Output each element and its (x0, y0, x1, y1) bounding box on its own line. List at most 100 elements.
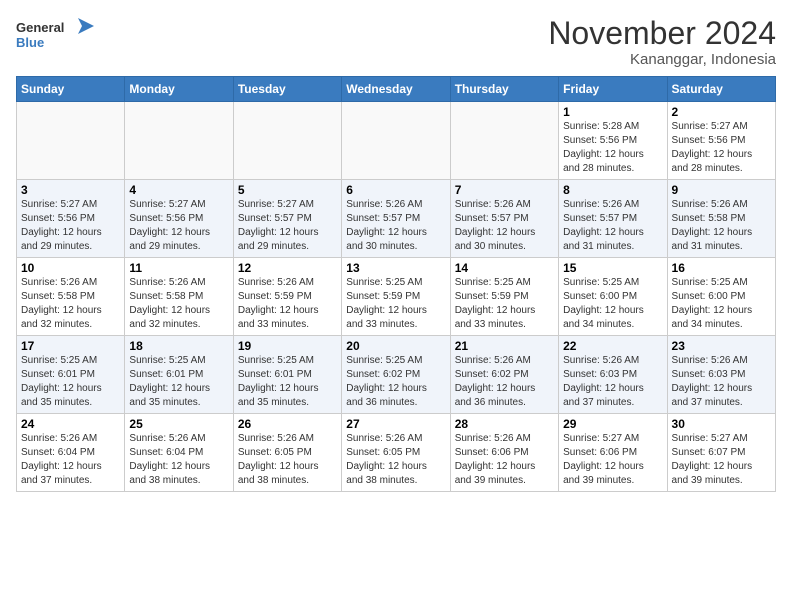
weekday-header-monday: Monday (125, 77, 233, 102)
weekday-header-wednesday: Wednesday (342, 77, 450, 102)
day-number: 27 (346, 417, 445, 431)
day-number: 30 (672, 417, 771, 431)
calendar-week-4: 17Sunrise: 5:25 AM Sunset: 6:01 PM Dayli… (17, 336, 776, 414)
day-info: Sunrise: 5:26 AM Sunset: 6:06 PM Dayligh… (455, 432, 554, 488)
day-info: Sunrise: 5:25 AM Sunset: 5:59 PM Dayligh… (455, 276, 554, 332)
calendar-cell: 25Sunrise: 5:26 AM Sunset: 6:04 PM Dayli… (125, 414, 233, 492)
calendar-cell: 27Sunrise: 5:26 AM Sunset: 6:05 PM Dayli… (342, 414, 450, 492)
day-info: Sunrise: 5:25 AM Sunset: 6:01 PM Dayligh… (238, 354, 337, 410)
day-number: 17 (21, 339, 120, 353)
calendar-cell: 24Sunrise: 5:26 AM Sunset: 6:04 PM Dayli… (17, 414, 125, 492)
day-number: 13 (346, 261, 445, 275)
day-info: Sunrise: 5:25 AM Sunset: 6:00 PM Dayligh… (563, 276, 662, 332)
day-number: 9 (672, 183, 771, 197)
day-info: Sunrise: 5:26 AM Sunset: 5:57 PM Dayligh… (563, 198, 662, 254)
weekday-header-tuesday: Tuesday (233, 77, 341, 102)
day-info: Sunrise: 5:26 AM Sunset: 5:58 PM Dayligh… (129, 276, 228, 332)
calendar-cell: 10Sunrise: 5:26 AM Sunset: 5:58 PM Dayli… (17, 258, 125, 336)
calendar-cell: 4Sunrise: 5:27 AM Sunset: 5:56 PM Daylig… (125, 180, 233, 258)
calendar-week-3: 10Sunrise: 5:26 AM Sunset: 5:58 PM Dayli… (17, 258, 776, 336)
day-info: Sunrise: 5:26 AM Sunset: 5:58 PM Dayligh… (672, 198, 771, 254)
header: General Blue November 2024 Kananggar, In… (16, 16, 776, 68)
calendar-cell (233, 102, 341, 180)
calendar-cell: 2Sunrise: 5:27 AM Sunset: 5:56 PM Daylig… (667, 102, 775, 180)
day-info: Sunrise: 5:26 AM Sunset: 5:58 PM Dayligh… (21, 276, 120, 332)
calendar-week-1: 1Sunrise: 5:28 AM Sunset: 5:56 PM Daylig… (17, 102, 776, 180)
weekday-header-saturday: Saturday (667, 77, 775, 102)
calendar-cell: 30Sunrise: 5:27 AM Sunset: 6:07 PM Dayli… (667, 414, 775, 492)
day-number: 12 (238, 261, 337, 275)
calendar-cell: 5Sunrise: 5:27 AM Sunset: 5:57 PM Daylig… (233, 180, 341, 258)
day-number: 2 (672, 105, 771, 119)
day-number: 20 (346, 339, 445, 353)
day-info: Sunrise: 5:27 AM Sunset: 5:56 PM Dayligh… (129, 198, 228, 254)
calendar-cell: 12Sunrise: 5:26 AM Sunset: 5:59 PM Dayli… (233, 258, 341, 336)
calendar-cell: 3Sunrise: 5:27 AM Sunset: 5:56 PM Daylig… (17, 180, 125, 258)
calendar-cell: 1Sunrise: 5:28 AM Sunset: 5:56 PM Daylig… (559, 102, 667, 180)
calendar-cell: 13Sunrise: 5:25 AM Sunset: 5:59 PM Dayli… (342, 258, 450, 336)
day-info: Sunrise: 5:26 AM Sunset: 5:57 PM Dayligh… (455, 198, 554, 254)
calendar-cell: 22Sunrise: 5:26 AM Sunset: 6:03 PM Dayli… (559, 336, 667, 414)
day-info: Sunrise: 5:26 AM Sunset: 6:02 PM Dayligh… (455, 354, 554, 410)
day-number: 6 (346, 183, 445, 197)
day-number: 10 (21, 261, 120, 275)
day-info: Sunrise: 5:26 AM Sunset: 6:03 PM Dayligh… (563, 354, 662, 410)
day-info: Sunrise: 5:25 AM Sunset: 6:02 PM Dayligh… (346, 354, 445, 410)
day-number: 21 (455, 339, 554, 353)
day-info: Sunrise: 5:27 AM Sunset: 5:56 PM Dayligh… (672, 120, 771, 176)
calendar-title: November 2024 (548, 16, 776, 51)
day-number: 5 (238, 183, 337, 197)
calendar-cell (342, 102, 450, 180)
calendar-cell: 9Sunrise: 5:26 AM Sunset: 5:58 PM Daylig… (667, 180, 775, 258)
calendar-cell: 19Sunrise: 5:25 AM Sunset: 6:01 PM Dayli… (233, 336, 341, 414)
calendar-cell: 18Sunrise: 5:25 AM Sunset: 6:01 PM Dayli… (125, 336, 233, 414)
day-info: Sunrise: 5:27 AM Sunset: 6:06 PM Dayligh… (563, 432, 662, 488)
day-number: 1 (563, 105, 662, 119)
day-number: 15 (563, 261, 662, 275)
day-number: 16 (672, 261, 771, 275)
calendar-cell (450, 102, 558, 180)
logo-icon: General Blue (16, 16, 96, 56)
day-info: Sunrise: 5:25 AM Sunset: 6:01 PM Dayligh… (21, 354, 120, 410)
calendar-table: SundayMondayTuesdayWednesdayThursdayFrid… (16, 76, 776, 492)
weekday-header-thursday: Thursday (450, 77, 558, 102)
title-block: November 2024 Kananggar, Indonesia (548, 16, 776, 68)
svg-text:Blue: Blue (16, 35, 44, 50)
day-number: 3 (21, 183, 120, 197)
calendar-week-5: 24 Sunrise: 5:26 AM Sunset: 6:04 PM Dayli… (17, 414, 776, 492)
weekday-header-sunday: Sunday (17, 77, 125, 102)
calendar-cell: 7Sunrise: 5:26 AM Sunset: 5:57 PM Daylig… (450, 180, 558, 258)
day-info: Sunrise: 5:25 AM Sunset: 6:00 PM Dayligh… (672, 276, 771, 332)
day-number: 19 (238, 339, 337, 353)
day-info: Sunrise: 5:26 AM Sunset: 5:59 PM Dayligh… (238, 276, 337, 332)
calendar-cell: 20Sunrise: 5:25 AM Sunset: 6:02 PM Dayli… (342, 336, 450, 414)
page: General Blue November 2024 Kananggar, In… (0, 0, 792, 612)
calendar-cell: 29Sunrise: 5:27 AM Sunset: 6:06 PM Dayli… (559, 414, 667, 492)
calendar-cell: 17Sunrise: 5:25 AM Sunset: 6:01 PM Dayli… (17, 336, 125, 414)
day-number: 23 (672, 339, 771, 353)
svg-text:General: General (16, 20, 64, 35)
logo: General Blue (16, 16, 96, 61)
calendar-cell: 26Sunrise: 5:26 AM Sunset: 6:05 PM Dayli… (233, 414, 341, 492)
day-info: Sunrise: 5:27 AM Sunset: 5:56 PM Dayligh… (21, 198, 120, 254)
day-info: Sunrise: 5:26 AM Sunset: 6:03 PM Dayligh… (672, 354, 771, 410)
calendar-cell: 6Sunrise: 5:26 AM Sunset: 5:57 PM Daylig… (342, 180, 450, 258)
day-info: Sunrise: 5:28 AM Sunset: 5:56 PM Dayligh… (563, 120, 662, 176)
weekday-header-friday: Friday (559, 77, 667, 102)
day-info: Sunrise: 5:26 AM Sunset: 6:05 PM Dayligh… (346, 432, 445, 488)
day-number: 29 (563, 417, 662, 431)
calendar-cell (125, 102, 233, 180)
day-info: Sunrise: 5:25 AM Sunset: 6:01 PM Dayligh… (129, 354, 228, 410)
day-number: 18 (129, 339, 228, 353)
calendar-cell (17, 102, 125, 180)
calendar-cell: 21Sunrise: 5:26 AM Sunset: 6:02 PM Dayli… (450, 336, 558, 414)
day-info: Sunrise: 5:27 AM Sunset: 6:07 PM Dayligh… (672, 432, 771, 488)
calendar-cell: 15Sunrise: 5:25 AM Sunset: 6:00 PM Dayli… (559, 258, 667, 336)
day-info: Sunrise: 5:26 AM Sunset: 6:04 PM Dayligh… (129, 432, 228, 488)
calendar-cell: 11Sunrise: 5:26 AM Sunset: 5:58 PM Dayli… (125, 258, 233, 336)
day-number: 8 (563, 183, 662, 197)
day-number: 28 (455, 417, 554, 431)
day-number: 7 (455, 183, 554, 197)
day-info: Sunrise: 5:27 AM Sunset: 5:57 PM Dayligh… (238, 198, 337, 254)
day-number: 24 (21, 417, 120, 431)
